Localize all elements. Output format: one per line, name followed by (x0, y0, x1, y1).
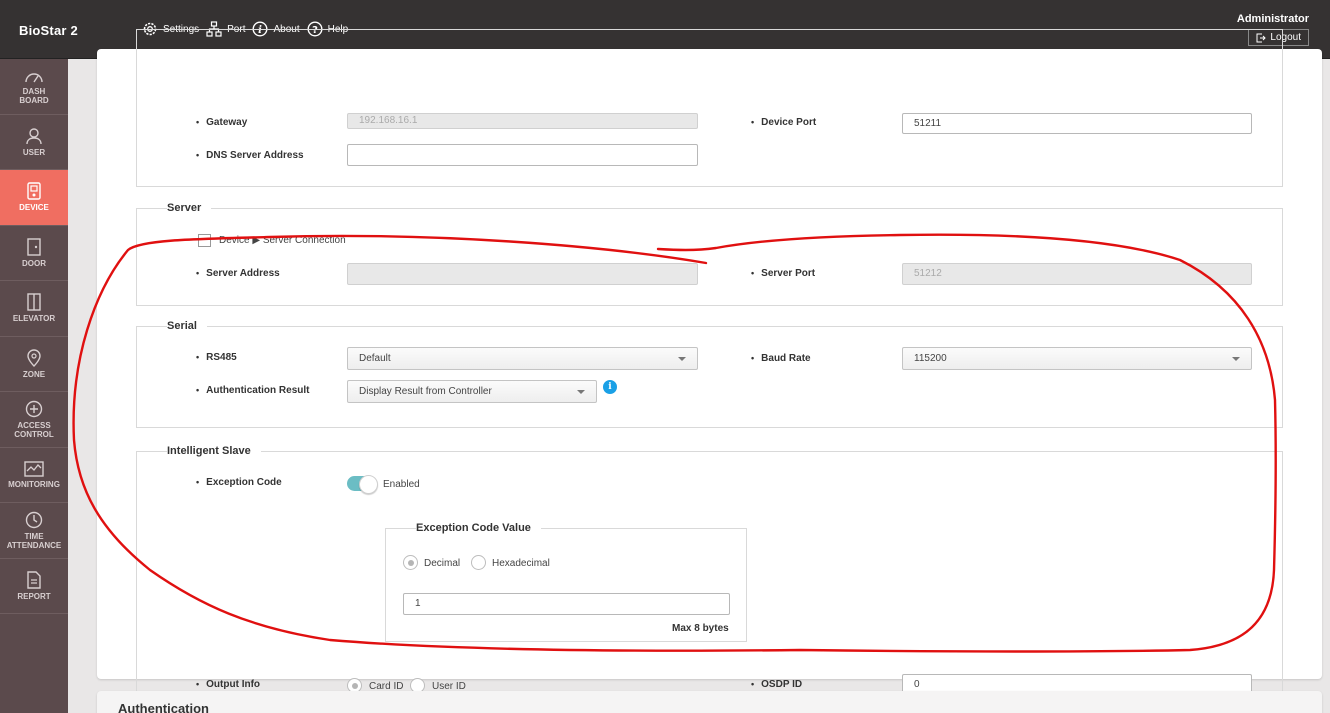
server-address-label: Server Address (196, 268, 280, 279)
sidebar-item-zone[interactable]: ZONE (0, 337, 68, 392)
sidebar-item-device[interactable]: DEVICE (0, 170, 68, 226)
authentication-card: Authentication (97, 691, 1322, 713)
decimal-label: Decimal (424, 558, 461, 569)
zone-icon (27, 349, 41, 367)
server-port-field[interactable]: 51212 (902, 263, 1252, 285)
info-icon[interactable]: i (603, 380, 617, 394)
serial-legend: Serial (167, 320, 197, 332)
max-bytes-note: Max 8 bytes (672, 623, 729, 634)
user-name: Administrator (1236, 13, 1309, 25)
brand-logo[interactable]: BioStar 2 (19, 23, 78, 38)
network-section (136, 29, 1283, 187)
baud-rate-label: Baud Rate (751, 353, 810, 364)
sidebar-item-monitoring[interactable]: MONITORING (0, 448, 68, 503)
sidebar: DASH BOARD USER DEVICE DOOR ELEVATOR ZON… (0, 59, 68, 713)
server-port-label: Server Port (751, 268, 815, 279)
server-connection-checkbox[interactable] (198, 234, 211, 247)
authentication-result-select[interactable]: Display Result from Controller (347, 380, 597, 403)
device-settings-card: Gateway 192.168.16.1 Device Port 51211 D… (97, 29, 1322, 713)
access-control-icon (25, 400, 43, 417)
rs485-select[interactable]: Default (347, 347, 698, 370)
sidebar-label: MONITORING (8, 479, 60, 489)
baud-rate-select[interactable]: 115200 (902, 347, 1252, 370)
dns-server-label: DNS Server Address (196, 150, 303, 161)
device-icon (27, 182, 41, 200)
sidebar-item-elevator[interactable]: ELEVATOR (0, 281, 68, 337)
hexadecimal-label: Hexadecimal (492, 558, 550, 569)
sidebar-item-report[interactable]: REPORT (0, 559, 68, 614)
sidebar-label: DEVICE (19, 203, 49, 213)
baud-rate-value: 115200 (914, 353, 947, 364)
user-icon (26, 128, 42, 144)
sidebar-label: DASH (22, 86, 46, 96)
rs485-value: Default (359, 353, 391, 364)
sidebar-label-2: CONTROL (14, 429, 54, 439)
dns-server-input[interactable] (347, 144, 698, 166)
osdp-id-label: OSDP ID (751, 679, 802, 690)
elevator-icon (27, 293, 41, 311)
sidebar-label: DOOR (22, 258, 46, 268)
rs485-label: RS485 (196, 352, 237, 363)
intelligent-slave-legend: Intelligent Slave (167, 445, 251, 457)
main-content: Gateway 192.168.16.1 Device Port 51211 D… (68, 29, 1330, 713)
exception-code-input[interactable]: 1 (403, 593, 730, 615)
authentication-title[interactable]: Authentication (118, 701, 209, 713)
authentication-result-value: Display Result from Controller (359, 386, 492, 397)
sidebar-label: TIME (24, 531, 44, 541)
gateway-label: Gateway (196, 117, 247, 128)
sidebar-label: ACCESS (17, 420, 51, 430)
monitoring-icon (24, 461, 44, 477)
server-connection-label: Device ▶ Server Connection (219, 235, 346, 246)
sidebar-label: REPORT (17, 591, 51, 601)
sidebar-item-door[interactable]: DOOR (0, 226, 68, 281)
exception-code-state: Enabled (383, 479, 420, 490)
sidebar-label: ELEVATOR (12, 314, 56, 324)
report-icon (27, 571, 41, 589)
server-section: Server (136, 202, 1283, 306)
gateway-field[interactable]: 192.168.16.1 (347, 113, 698, 129)
server-legend: Server (167, 202, 202, 214)
clock-icon (25, 511, 43, 528)
sidebar-item-access-control[interactable]: ACCESS CONTROL (0, 392, 68, 448)
chevron-down-icon (1232, 357, 1240, 361)
chevron-down-icon (577, 390, 585, 394)
authentication-result-label: Authentication Result (196, 385, 309, 396)
sidebar-label-2: ATTENDANCE (6, 540, 62, 550)
chevron-down-icon (678, 357, 686, 361)
device-port-field[interactable]: 51211 (902, 113, 1252, 134)
exception-code-value-legend: Exception Code Value (416, 522, 531, 534)
output-info-label: Output Info (196, 679, 260, 690)
sidebar-item-time-attendance[interactable]: TIME ATTENDANCE (0, 503, 68, 559)
hexadecimal-radio[interactable] (471, 555, 486, 570)
sidebar-item-dashboard[interactable]: DASH BOARD (0, 59, 68, 115)
door-icon (27, 238, 41, 256)
exception-code-label: Exception Code (196, 477, 282, 488)
server-address-field[interactable] (347, 263, 698, 285)
device-port-label: Device Port (751, 117, 816, 128)
exception-code-toggle[interactable] (347, 475, 378, 494)
sidebar-label-2: BOARD (19, 95, 49, 105)
serial-section: Serial (136, 320, 1283, 428)
sidebar-label: USER (22, 147, 46, 157)
sidebar-label: ZONE (22, 369, 46, 379)
decimal-radio[interactable] (403, 555, 418, 570)
dashboard-icon (25, 73, 43, 83)
sidebar-item-user[interactable]: USER (0, 115, 68, 170)
